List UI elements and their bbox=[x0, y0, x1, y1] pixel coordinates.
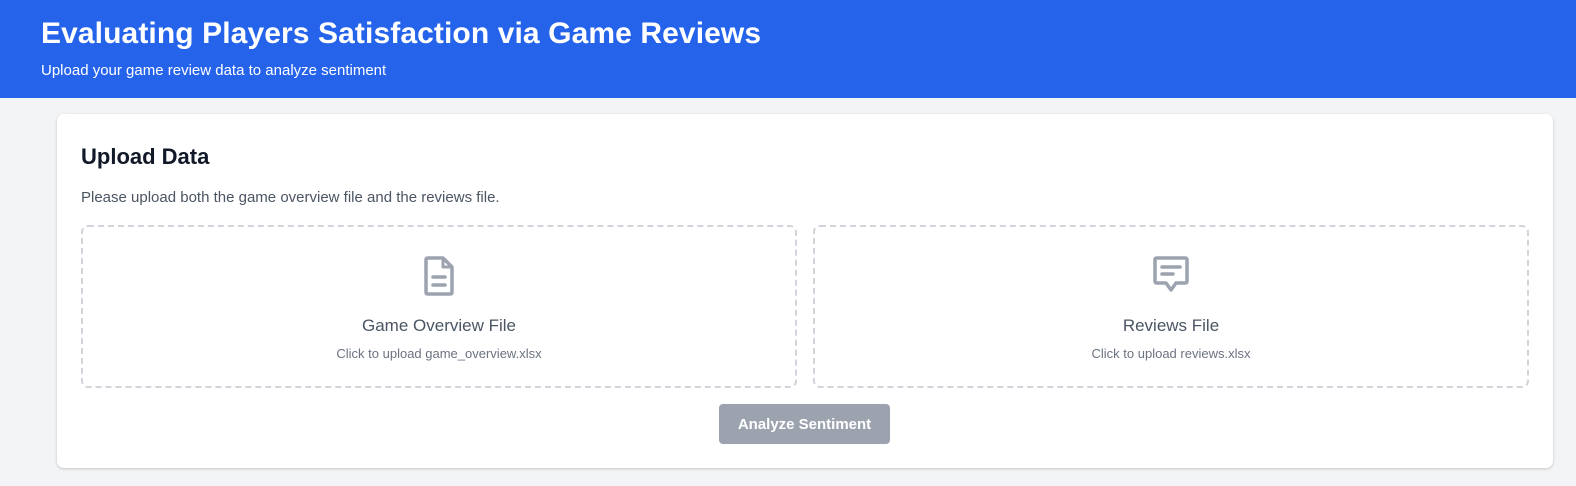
game-overview-title: Game Overview File bbox=[362, 316, 516, 335]
page-subtitle: Upload your game review data to analyze … bbox=[41, 62, 387, 79]
app-header: Evaluating Players Satisfaction via Game… bbox=[0, 0, 1576, 98]
upload-heading: Upload Data bbox=[81, 144, 210, 169]
document-icon bbox=[419, 254, 459, 298]
game-overview-dropzone[interactable]: Game Overview File Click to upload game_… bbox=[81, 225, 797, 388]
reviews-title: Reviews File bbox=[1122, 316, 1220, 335]
reviews-dropzone[interactable]: Reviews File Click to upload reviews.xls… bbox=[813, 225, 1529, 388]
page-title: Evaluating Players Satisfaction via Game… bbox=[41, 17, 762, 50]
upload-description: Please upload both the game overview fil… bbox=[81, 189, 500, 206]
analyze-sentiment-button[interactable]: Analyze Sentiment bbox=[719, 404, 890, 444]
upload-card: Upload Data Please upload both the game … bbox=[57, 114, 1553, 468]
game-overview-hint: Click to upload game_overview.xlsx bbox=[336, 346, 542, 361]
reviews-hint: Click to upload reviews.xlsx bbox=[1091, 346, 1251, 361]
comment-icon bbox=[1151, 254, 1191, 298]
